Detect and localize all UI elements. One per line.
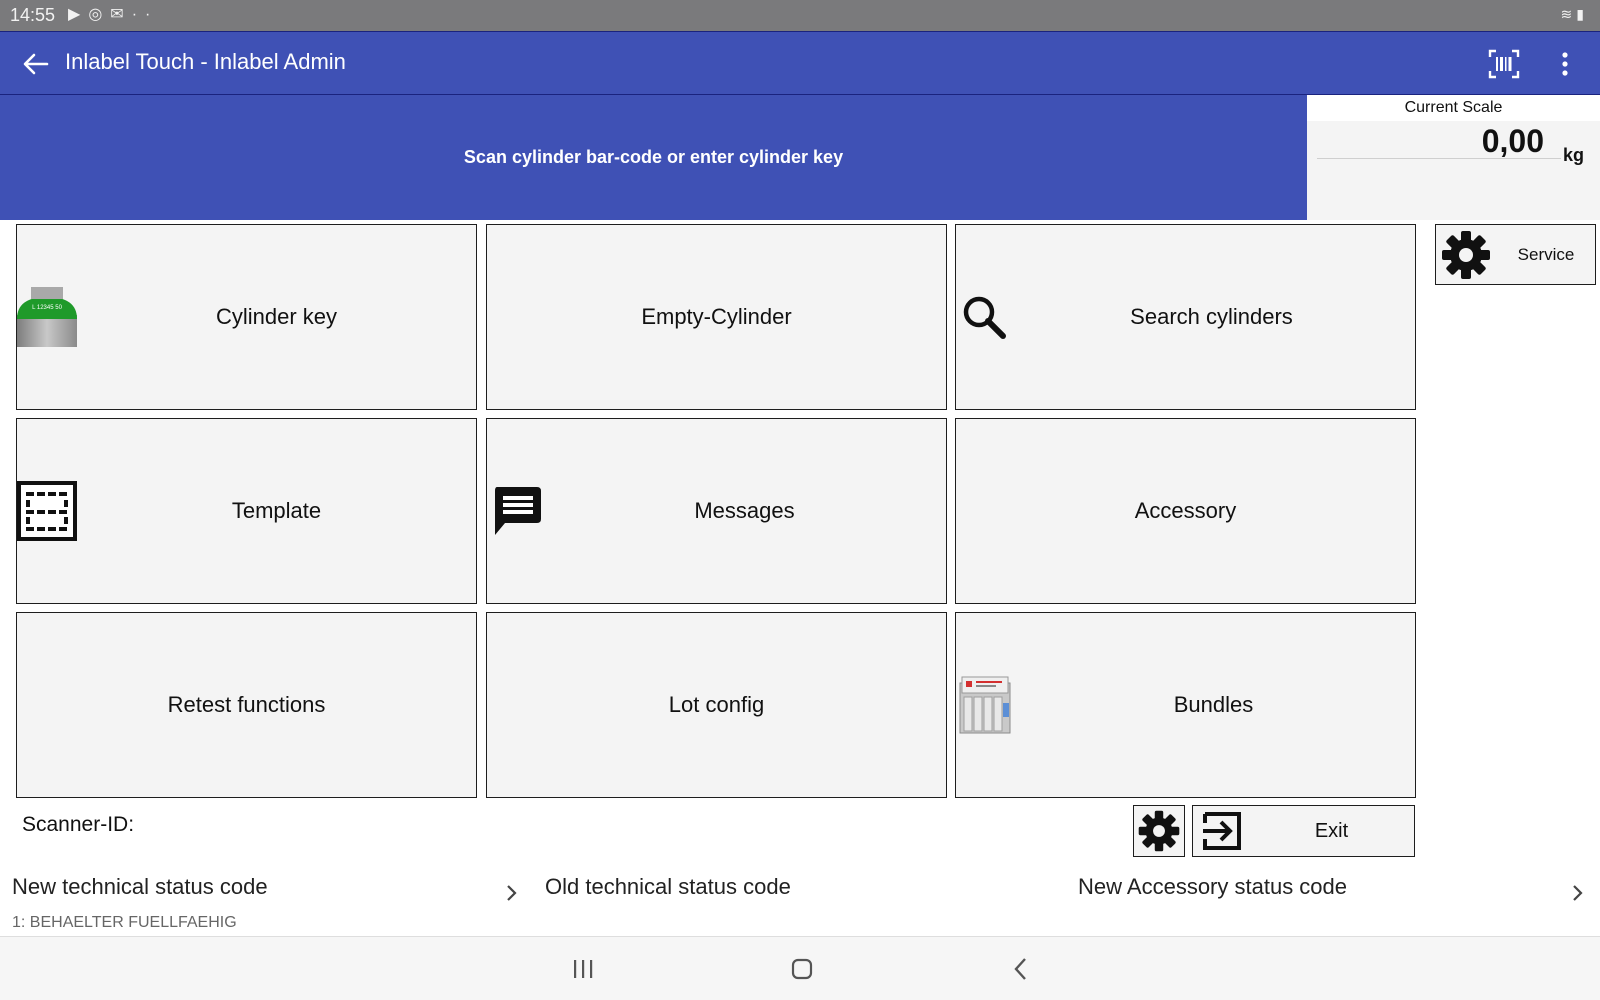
- new-technical-status-title: New technical status code: [12, 874, 268, 899]
- service-button[interactable]: Service: [1435, 224, 1596, 285]
- overflow-menu-icon[interactable]: [1553, 50, 1577, 78]
- empty-cylinder-label: Empty-Cylinder: [641, 304, 792, 329]
- cylinder-image: L 12345 50: [17, 287, 77, 347]
- new-accessory-status-code[interactable]: New Accessory status code: [1078, 870, 1558, 938]
- scale-label-bar: Current Scale: [1307, 95, 1600, 121]
- current-scale-panel: Current Scale 0,00 kg: [1307, 95, 1600, 220]
- scan-prompt-text: Scan cylinder bar-code or enter cylinder…: [463, 147, 844, 167]
- settings-gear-icon: [1138, 810, 1180, 852]
- system-status-bar: 14:55 ▶◎✉·· ≋▮: [0, 0, 1600, 31]
- search-cylinders-label: Search cylinders: [1130, 304, 1293, 329]
- accessory-chevron-right-icon[interactable]: [1568, 878, 1588, 908]
- bundles-label: Bundles: [1173, 692, 1254, 717]
- cylinder-key-label: Cylinder key: [215, 304, 338, 329]
- play-store-icon: ▶: [68, 6, 89, 23]
- exit-label: Exit: [1314, 819, 1349, 842]
- old-technical-status-title: Old technical status code: [545, 874, 791, 899]
- scale-unit: kg: [1563, 145, 1585, 165]
- accessory-button[interactable]: Accessory: [955, 418, 1416, 604]
- retest-functions-button[interactable]: Retest functions: [16, 612, 477, 798]
- template-label: Template: [231, 498, 322, 523]
- service-label: Service: [1517, 244, 1575, 264]
- message-icon: [495, 487, 541, 535]
- scanner-id-label: Scanner-ID:: [22, 813, 135, 836]
- back-arrow-icon[interactable]: [20, 48, 52, 80]
- more-dots-icon: ··: [131, 6, 159, 23]
- scan-prompt-banner: Scan cylinder bar-code or enter cylinder…: [0, 95, 1307, 220]
- status-right-icons: ≋▮: [1561, 6, 1588, 23]
- home-icon[interactable]: [784, 951, 820, 987]
- new-technical-status-code[interactable]: New technical status code 1: BEHAELTER F…: [12, 870, 512, 938]
- app-bar: Inlabel Touch - Inlabel Admin: [0, 31, 1600, 95]
- mail-icon: ✉: [110, 6, 132, 23]
- search-cylinders-button[interactable]: Search cylinders: [955, 224, 1416, 410]
- exit-button[interactable]: Exit: [1192, 805, 1415, 857]
- new-accessory-status-title: New Accessory status code: [1078, 874, 1348, 899]
- old-technical-status-code[interactable]: Old technical status code: [545, 870, 1025, 938]
- chevron-right-icon[interactable]: [502, 878, 522, 908]
- messages-label: Messages: [694, 498, 795, 523]
- status-time: 14:55: [10, 5, 56, 25]
- system-navigation-bar: [0, 937, 1600, 1000]
- app-title: Inlabel Touch - Inlabel Admin: [65, 49, 346, 74]
- cylinder-image-label: L 12345 50: [32, 305, 62, 311]
- gear-icon: [1442, 231, 1490, 279]
- barcode-scan-icon[interactable]: [1488, 49, 1520, 79]
- exit-icon: [1203, 812, 1241, 850]
- retest-functions-label: Retest functions: [167, 692, 326, 717]
- scale-underline: [1317, 158, 1561, 159]
- search-icon: [963, 296, 1006, 339]
- empty-cylinder-button[interactable]: Empty-Cylinder: [486, 224, 947, 410]
- sync-icon: ◎: [88, 6, 111, 23]
- accessory-label: Accessory: [1134, 498, 1237, 523]
- nav-back-icon[interactable]: [1004, 951, 1040, 987]
- recent-apps-icon[interactable]: [565, 951, 601, 987]
- template-button[interactable]: Template: [16, 418, 477, 604]
- new-technical-status-value: 1: BEHAELTER FUELLFAEHIG: [12, 914, 237, 931]
- scale-label: Current Scale: [1404, 99, 1503, 116]
- notification-icons: ▶◎✉··: [68, 4, 158, 24]
- bundle-image: [959, 676, 1011, 734]
- cylinder-key-button[interactable]: L 12345 50 Cylinder key: [16, 224, 477, 410]
- wifi-icon: ≋: [1560, 6, 1577, 22]
- lot-config-label: Lot config: [668, 692, 765, 717]
- settings-button[interactable]: [1133, 805, 1185, 857]
- template-icon: [17, 481, 77, 541]
- lot-config-button[interactable]: Lot config: [486, 612, 947, 798]
- scale-value: 0,00: [1481, 123, 1544, 159]
- battery-icon: ▮: [1576, 6, 1588, 22]
- messages-button[interactable]: Messages: [486, 418, 947, 604]
- bundles-button[interactable]: Bundles: [955, 612, 1416, 798]
